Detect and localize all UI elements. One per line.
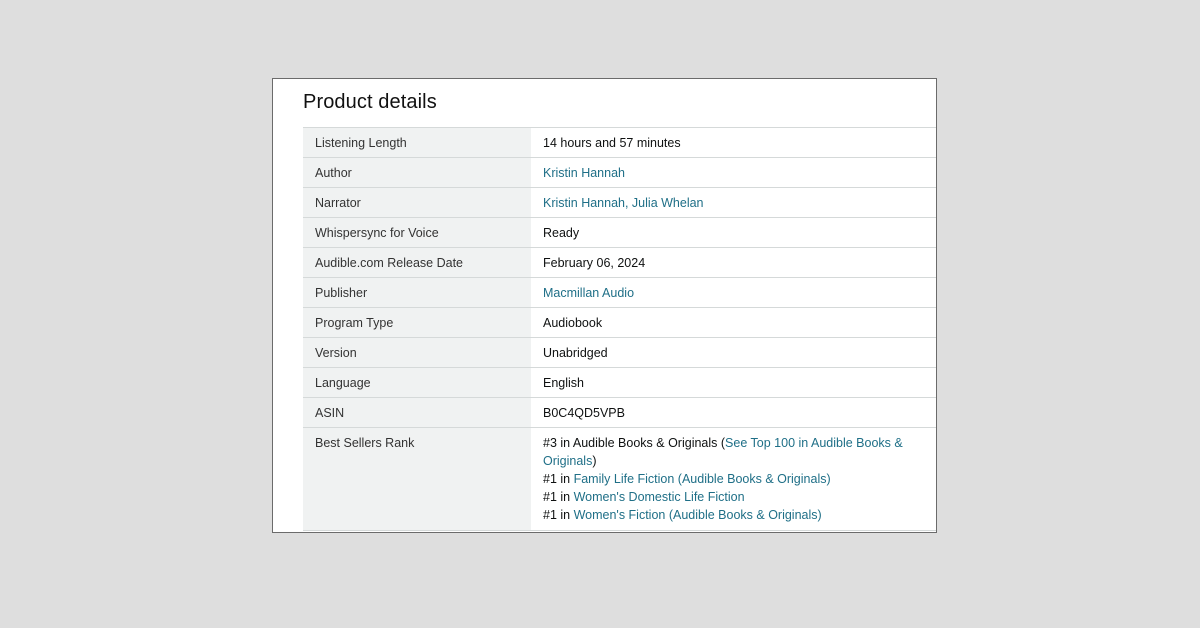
row-value-author: Kristin Hannah — [531, 157, 936, 188]
row-value-narrator: Kristin Hannah, Julia Whelan — [531, 187, 936, 218]
row-label-author: Author — [303, 157, 531, 188]
row-label-narrator: Narrator — [303, 187, 531, 218]
table-row: Author Kristin Hannah — [303, 157, 936, 188]
author-link[interactable]: Kristin Hannah — [543, 166, 625, 180]
row-value-publisher: Macmillan Audio — [531, 277, 936, 308]
product-details-table: Listening Length 14 hours and 57 minutes… — [303, 127, 936, 531]
rank-line: #1 in Family Life Fiction (Audible Books… — [543, 470, 926, 488]
row-label-program-type: Program Type — [303, 307, 531, 338]
row-value-version: Unabridged — [531, 337, 936, 368]
row-value-whispersync: Ready — [531, 217, 936, 248]
rank-prefix: #3 in Audible Books & Originals ( — [543, 436, 726, 450]
publisher-link[interactable]: Macmillan Audio — [543, 286, 634, 300]
row-label-best-sellers-rank: Best Sellers Rank — [303, 427, 531, 531]
table-row: Program Type Audiobook — [303, 307, 936, 338]
row-value-asin: B0C4QD5VPB — [531, 397, 936, 428]
table-row: ASIN B0C4QD5VPB — [303, 397, 936, 428]
table-row: Whispersync for Voice Ready — [303, 217, 936, 248]
row-label-asin: ASIN — [303, 397, 531, 428]
row-label-publisher: Publisher — [303, 277, 531, 308]
row-value-language: English — [531, 367, 936, 398]
row-value-best-sellers-rank: #3 in Audible Books & Originals (See Top… — [531, 427, 936, 531]
rank-suffix: ) — [592, 454, 597, 468]
row-label-version: Version — [303, 337, 531, 368]
table-row: Narrator Kristin Hannah, Julia Whelan — [303, 187, 936, 218]
table-row: Language English — [303, 367, 936, 398]
rank-prefix: #1 in — [543, 472, 574, 486]
table-row: Version Unabridged — [303, 337, 936, 368]
narrator-link[interactable]: Kristin Hannah, Julia Whelan — [543, 196, 704, 210]
rank-category-link[interactable]: Family Life Fiction (Audible Books & Ori… — [574, 472, 831, 486]
rank-category-link[interactable]: Women's Domestic Life Fiction — [574, 490, 745, 504]
row-label-language: Language — [303, 367, 531, 398]
row-label-whispersync: Whispersync for Voice — [303, 217, 531, 248]
rank-line: #1 in Women's Domestic Life Fiction — [543, 488, 926, 506]
rank-category-link[interactable]: Women's Fiction (Audible Books & Origina… — [574, 508, 822, 522]
row-value-release-date: February 06, 2024 — [531, 247, 936, 278]
table-row: Best Sellers Rank #3 in Audible Books & … — [303, 427, 936, 531]
table-row: Audible.com Release Date February 06, 20… — [303, 247, 936, 278]
table-row: Publisher Macmillan Audio — [303, 277, 936, 308]
rank-line: #1 in Women's Fiction (Audible Books & O… — [543, 506, 926, 524]
row-value-program-type: Audiobook — [531, 307, 936, 338]
row-value-listening-length: 14 hours and 57 minutes — [531, 127, 936, 158]
product-details-card: Product details Listening Length 14 hour… — [272, 78, 937, 533]
row-label-listening-length: Listening Length — [303, 127, 531, 158]
rank-prefix: #1 in — [543, 490, 574, 504]
rank-line-primary: #3 in Audible Books & Originals (See Top… — [543, 434, 926, 470]
table-row: Listening Length 14 hours and 57 minutes — [303, 127, 936, 158]
rank-prefix: #1 in — [543, 508, 574, 522]
section-title: Product details — [303, 91, 437, 113]
row-label-release-date: Audible.com Release Date — [303, 247, 531, 278]
